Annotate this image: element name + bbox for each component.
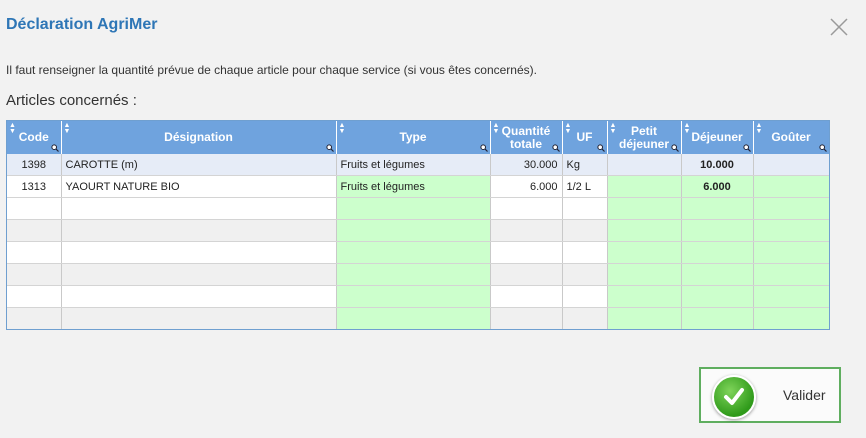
cell-quantite: 6.000 [490, 175, 563, 198]
cell-code: 1398 [7, 154, 62, 176]
cell-gouter[interactable] [753, 154, 829, 176]
filter-icon[interactable] [670, 144, 679, 152]
cell-uf: Kg [562, 154, 608, 176]
cell-code: 1313 [7, 175, 62, 198]
cell-designation: YAOURT NATURE BIO [61, 175, 337, 198]
filter-icon[interactable] [479, 144, 488, 152]
cell-petit-dejeuner[interactable] [607, 175, 682, 198]
empty-row [7, 197, 829, 220]
empty-row [7, 241, 829, 264]
cell-petit-dejeuner[interactable] [607, 154, 682, 176]
sort-icon[interactable]: ▲ ▼ [610, 122, 617, 135]
filter-icon[interactable] [818, 144, 827, 152]
validate-label: Valider [783, 387, 826, 403]
cell-type: Fruits et légumes [336, 154, 491, 176]
check-icon [712, 375, 756, 419]
filter-icon[interactable] [596, 144, 605, 152]
filter-icon[interactable] [551, 144, 560, 152]
sort-icon[interactable]: ▲ ▼ [339, 122, 346, 135]
sort-icon[interactable]: ▲ ▼ [684, 122, 691, 135]
col-header-designation[interactable]: ▲ ▼ Désignation [61, 121, 337, 154]
validate-button[interactable]: Valider [699, 367, 841, 423]
table-row[interactable]: 1398 CAROTTE (m) Fruits et légumes 30.00… [7, 154, 829, 176]
dialog-title: Déclaration AgriMer [6, 16, 158, 33]
agrimer-dialog: Déclaration AgriMer Il faut renseigner l… [0, 0, 866, 438]
empty-row [7, 263, 829, 286]
cell-type: Fruits et légumes [336, 175, 491, 198]
sort-icon[interactable]: ▲ ▼ [756, 122, 763, 135]
col-header-uf[interactable]: ▲ ▼ UF [562, 121, 608, 154]
cell-dejeuner[interactable]: 10.000 [681, 154, 754, 176]
filter-icon[interactable] [742, 144, 751, 152]
col-header-gouter[interactable]: ▲ ▼ Goûter [753, 121, 829, 154]
close-icon[interactable] [828, 16, 850, 38]
empty-row [7, 285, 829, 308]
intro-text: Il faut renseigner la quantité prévue de… [6, 63, 537, 77]
sort-icon[interactable]: ▲ ▼ [64, 122, 71, 135]
empty-row [7, 219, 829, 242]
cell-dejeuner[interactable]: 6.000 [681, 175, 754, 198]
cell-designation: CAROTTE (m) [61, 154, 337, 176]
col-header-petit-dejeuner[interactable]: ▲ ▼ Petit déjeuner [607, 121, 682, 154]
cell-uf: 1/2 L [562, 175, 608, 198]
articles-subtitle: Articles concernés : [6, 92, 137, 109]
sort-icon[interactable]: ▲ ▼ [493, 122, 500, 135]
table-row[interactable]: 1313 YAOURT NATURE BIO Fruits et légumes… [7, 175, 829, 198]
articles-grid: ▲ ▼ Code ▲ ▼ Désignation ▲ ▼ Type ▲ ▼ Quantité to… [6, 120, 830, 330]
col-header-type[interactable]: ▲ ▼ Type [336, 121, 491, 154]
sort-icon[interactable]: ▲ ▼ [565, 122, 572, 135]
cell-gouter[interactable] [753, 175, 829, 198]
filter-icon[interactable] [50, 144, 59, 152]
empty-row [7, 307, 829, 329]
cell-quantite: 30.000 [490, 154, 563, 176]
col-header-quantite[interactable]: ▲ ▼ Quantité totale [490, 121, 563, 154]
sort-icon[interactable]: ▲ ▼ [9, 122, 16, 135]
col-header-code[interactable]: ▲ ▼ Code [7, 121, 62, 154]
filter-icon[interactable] [325, 144, 334, 152]
col-header-dejeuner[interactable]: ▲ ▼ Déjeuner [681, 121, 754, 154]
